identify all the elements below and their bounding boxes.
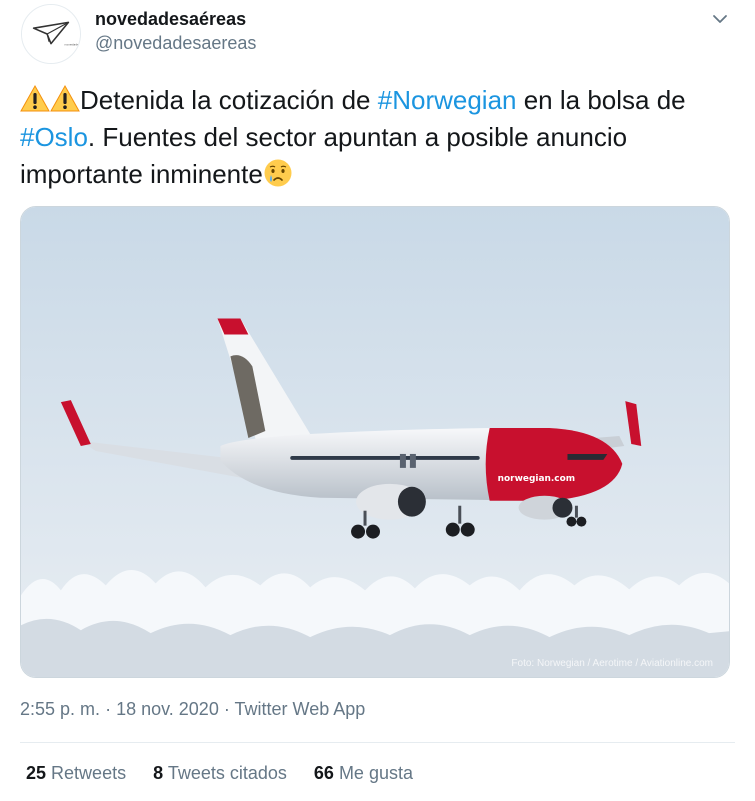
warning-icon [20, 84, 50, 114]
retweets-label: Retweets [51, 763, 127, 783]
svg-text:novedades: novedades [65, 43, 80, 47]
display-name[interactable]: novedadesaéreas [95, 9, 246, 30]
retweets-count: 25 [26, 763, 47, 783]
tweet-text-part1: Detenida la cotización de [80, 85, 378, 115]
tweet-text-part2: en la bolsa de [516, 85, 686, 115]
tweet-source[interactable]: Twitter Web App [235, 699, 366, 719]
warning-icon [50, 84, 80, 114]
chevron-down-icon [713, 15, 727, 23]
airplane-photo: norwegian.com [21, 207, 729, 677]
quotes-label: Tweets citados [167, 763, 287, 783]
hashtag-norwegian[interactable]: #Norwegian [378, 85, 517, 115]
likes-stat[interactable]: 66 Me gusta [314, 763, 413, 783]
likes-label: Me gusta [338, 763, 413, 783]
avatar[interactable]: novedades [21, 4, 81, 64]
tweet-time[interactable]: 2:55 p. m. [20, 699, 100, 719]
divider [20, 742, 735, 743]
quotes-count: 8 [153, 763, 164, 783]
tweet: novedades novedadesaéreas @novedadesaere… [0, 0, 755, 801]
retweets-stat[interactable]: 25 Retweets [26, 763, 126, 783]
meta-separator: · [223, 699, 230, 719]
likes-count: 66 [313, 763, 334, 783]
hashtag-oslo[interactable]: #Oslo [20, 122, 88, 152]
tweet-timestamp-row: 2:55 p. m. · 18 nov. 2020 · Twitter Web … [20, 699, 365, 720]
user-handle[interactable]: @novedadesaereas [95, 33, 256, 54]
quote-tweets-stat[interactable]: 8 Tweets citados [153, 763, 287, 783]
tweet-text: Detenida la cotización de #Norwegian en … [20, 82, 740, 193]
more-options-caret[interactable] [709, 8, 731, 30]
tweet-date[interactable]: 18 nov. 2020 [116, 699, 219, 719]
photo-credit: Foto: Norwegian / Aerotime / Aviationlin… [511, 658, 713, 669]
crying-face-icon [263, 158, 293, 188]
tweet-photo[interactable]: norwegian.com Foto: Norwegian / Aerotime… [20, 206, 730, 678]
meta-separator: · [105, 699, 112, 719]
svg-text:norwegian.com: norwegian.com [498, 474, 575, 484]
tweet-text-part3: . Fuentes del sector apuntan a posible a… [20, 122, 628, 189]
tweet-stats: 25 Retweets 8 Tweets citados 66 Me gusta [26, 763, 435, 784]
paper-plane-logo-icon: novedades [22, 5, 80, 63]
